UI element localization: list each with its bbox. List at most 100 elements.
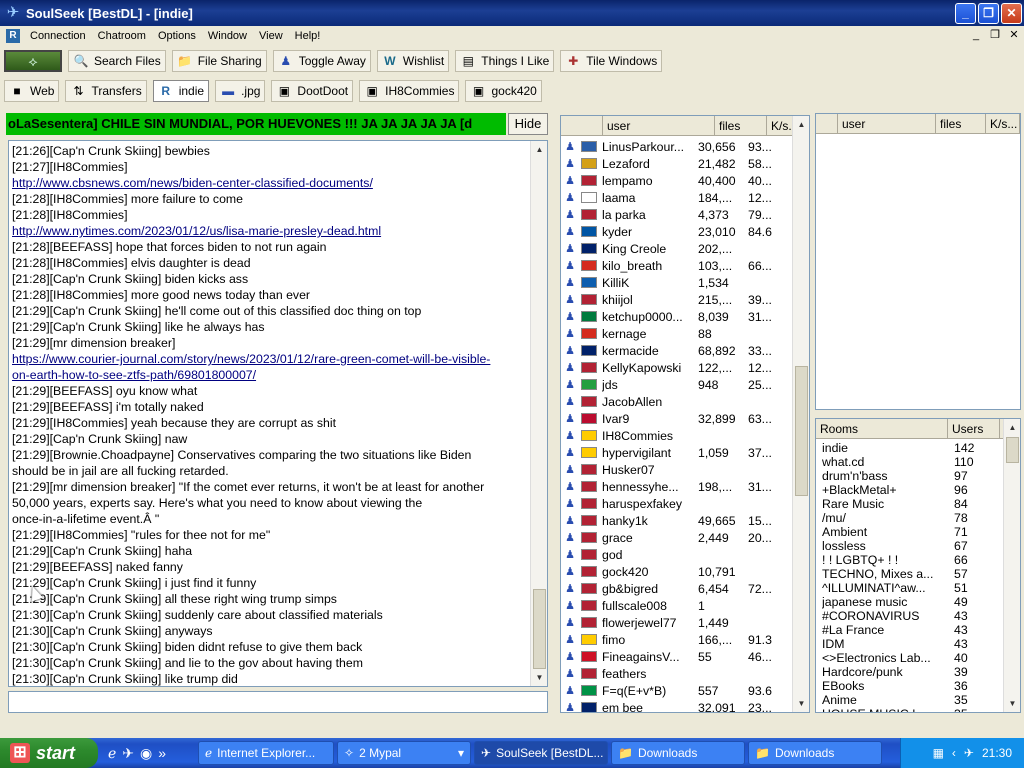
child-restore-button[interactable]: ❐ xyxy=(987,28,1003,42)
files-column-header[interactable]: files xyxy=(715,116,767,135)
user-column-header[interactable]: user xyxy=(603,116,715,135)
room-row[interactable]: ^ILLUMINATI^aw... 51 xyxy=(816,581,1020,595)
user-list-scrollbar[interactable]: ▲ ▼ xyxy=(792,116,809,712)
task-downloads-1[interactable]: 📁 Downloads xyxy=(611,741,745,765)
scroll-thumb[interactable] xyxy=(795,366,808,496)
menu-help[interactable]: Help! xyxy=(289,30,327,42)
rooms-scrollbar[interactable]: ▲ ▼ xyxy=(1003,419,1020,712)
user-row[interactable]: ♟ fullscale008 1 xyxy=(561,597,809,614)
browser-icon[interactable]: ◉ xyxy=(140,745,152,762)
maximize-button[interactable]: ❐ xyxy=(978,2,999,24)
chat-link[interactable]: on-earth-how-to-see-ztfs-path/6980180000… xyxy=(12,367,532,383)
task-mypal[interactable]: ✧ 2 Mypal ▾ xyxy=(337,741,471,765)
room-row[interactable]: japanese music 49 xyxy=(816,595,1020,609)
menu-window[interactable]: Window xyxy=(202,30,253,42)
user-row[interactable]: ♟ KellyKapowski 122,... 12... xyxy=(561,359,809,376)
room-row[interactable]: ! ! LGBTQ+ ! ! 66 xyxy=(816,553,1020,567)
toggle-away-button[interactable]: ♟ Toggle Away xyxy=(272,50,371,72)
scroll-thumb[interactable] xyxy=(1006,437,1019,463)
user-row[interactable]: ♟ haruspexfakey xyxy=(561,495,809,512)
user-row[interactable]: ♟ laama 184,... 12... xyxy=(561,189,809,206)
chat-link[interactable]: https://www.courier-journal.com/story/ne… xyxy=(12,351,532,367)
user-row[interactable]: ♟ fimo 166,... 91.3 xyxy=(561,631,809,648)
tab-transfers[interactable]: ⇅ Transfers xyxy=(65,80,147,102)
tab-ih8commies[interactable]: ▣ IH8Commies xyxy=(359,80,460,102)
user-row[interactable]: ♟ la parka 4,373 79... xyxy=(561,206,809,223)
user-row[interactable]: ♟ King Creole 202,... xyxy=(561,240,809,257)
room-row[interactable]: Rare Music 84 xyxy=(816,497,1020,511)
task-downloads-2[interactable]: 📁 Downloads xyxy=(748,741,882,765)
user-row[interactable]: ♟ kernage 88 xyxy=(561,325,809,342)
wishlist-button[interactable]: W Wishlist xyxy=(376,50,450,72)
user-row[interactable]: ♟ god xyxy=(561,546,809,563)
task-internet-explorer[interactable]: ℯ Internet Explorer... xyxy=(198,741,334,765)
menu-view[interactable]: View xyxy=(253,30,289,42)
chat-link[interactable]: http://www.nytimes.com/2023/01/12/us/lis… xyxy=(12,223,532,239)
scroll-thumb[interactable] xyxy=(533,589,546,669)
scroll-down-icon[interactable]: ▼ xyxy=(795,697,808,710)
user-row[interactable]: ♟ LinusParkour... 30,656 93... xyxy=(561,138,809,155)
minimize-button[interactable]: _ xyxy=(955,2,976,24)
user-row[interactable]: ♟ Husker07 xyxy=(561,461,809,478)
scroll-up-icon[interactable]: ▲ xyxy=(795,118,808,131)
menu-connection[interactable]: Connection xyxy=(24,30,92,42)
user-row[interactable]: ♟ jds 948 25... xyxy=(561,376,809,393)
room-row[interactable]: indie 142 xyxy=(816,441,1020,455)
user-row[interactable]: ♟ hennessyhe... 198,... 31... xyxy=(561,478,809,495)
soulseek-logo-button[interactable]: ⟡ xyxy=(4,50,62,72)
user-row[interactable]: ♟ kyder 23,010 84.6 xyxy=(561,223,809,240)
tile-windows-button[interactable]: ✚ Tile Windows xyxy=(560,50,663,72)
user-row[interactable]: ♟ ketchup0000... 8,039 31... xyxy=(561,308,809,325)
scroll-up-icon[interactable]: ▲ xyxy=(533,143,546,156)
room-row[interactable]: TECHNO, Mixes a... 57 xyxy=(816,567,1020,581)
file-sharing-button[interactable]: 📁 File Sharing xyxy=(171,50,267,72)
user-row[interactable]: ♟ feathers xyxy=(561,665,809,682)
hide-button[interactable]: Hide xyxy=(508,113,548,135)
user-row[interactable]: ♟ FineagainsV... 55 46... xyxy=(561,648,809,665)
user-column-header[interactable]: user xyxy=(838,114,936,133)
user-row[interactable]: ♟ flowerjewel77 1,449 xyxy=(561,614,809,631)
room-row[interactable]: Anime 35 xyxy=(816,693,1020,707)
soulseek-tray-icon[interactable]: ✈ xyxy=(964,746,974,760)
room-row[interactable]: EBooks 36 xyxy=(816,679,1020,693)
tab-dootdoot[interactable]: ▣ DootDoot xyxy=(271,80,354,102)
tab-jpg[interactable]: ▬ .jpg xyxy=(215,80,266,102)
user-row[interactable]: ♟ hypervigilant 1,059 37... xyxy=(561,444,809,461)
status-column-header[interactable] xyxy=(816,114,838,133)
room-row[interactable]: what.cd 110 xyxy=(816,455,1020,469)
room-row[interactable]: #CORONAVIRUS 43 xyxy=(816,609,1020,623)
room-row[interactable]: +BlackMetal+ 96 xyxy=(816,483,1020,497)
task-soulseek[interactable]: ✈ SoulSeek [BestDL... xyxy=(474,741,608,765)
things-i-like-button[interactable]: ▤ Things I Like xyxy=(455,50,555,72)
user-row[interactable]: ♟ gock420 10,791 xyxy=(561,563,809,580)
mdi-child-icon[interactable]: R xyxy=(6,28,20,43)
speed-column-header[interactable]: K/s... xyxy=(986,114,1020,133)
chat-input[interactable] xyxy=(8,691,548,713)
room-row[interactable]: Hardcore/punk 39 xyxy=(816,665,1020,679)
users-column-header[interactable]: Users xyxy=(948,419,1000,438)
user-row[interactable]: ♟ JacobAllen xyxy=(561,393,809,410)
start-button[interactable]: ⊞ start xyxy=(0,738,98,768)
chevron-right-icon[interactable]: » xyxy=(158,745,166,762)
scroll-up-icon[interactable]: ▲ xyxy=(1006,421,1019,434)
child-minimize-button[interactable]: _ xyxy=(968,28,984,42)
tab-indie[interactable]: Rindie xyxy=(152,80,210,102)
scroll-down-icon[interactable]: ▼ xyxy=(1006,697,1019,710)
rooms-column-header[interactable]: Rooms xyxy=(816,419,948,438)
user-row[interactable]: ♟ kilo_breath 103,... 66... xyxy=(561,257,809,274)
room-row[interactable]: /mu/78 xyxy=(816,511,1020,525)
speed-column-header[interactable]: K/s... xyxy=(767,116,798,135)
keyboard-icon[interactable]: ▦ xyxy=(933,746,944,760)
user-row[interactable]: ♟ hanky1k 49,665 15... xyxy=(561,512,809,529)
user-row[interactable]: ♟ gb&bigred 6,454 72... xyxy=(561,580,809,597)
tab-web[interactable]: ■ Web xyxy=(4,80,60,102)
chat-scrollbar[interactable]: ▲ ▼ xyxy=(530,141,547,686)
search-files-button[interactable]: 🔍 Search Files xyxy=(68,50,166,72)
room-row[interactable]: IDM 43 xyxy=(816,637,1020,651)
room-row[interactable]: HOUSE MUSIC !35 xyxy=(816,707,1020,712)
user-row[interactable]: ♟ khiijol 215,... 39... xyxy=(561,291,809,308)
tab-gock420[interactable]: ▣ gock420 xyxy=(465,80,542,102)
user-row[interactable]: ♟ kermacide 68,892 33... xyxy=(561,342,809,359)
scroll-down-icon[interactable]: ▼ xyxy=(533,671,546,684)
menu-options[interactable]: Options xyxy=(152,30,202,42)
